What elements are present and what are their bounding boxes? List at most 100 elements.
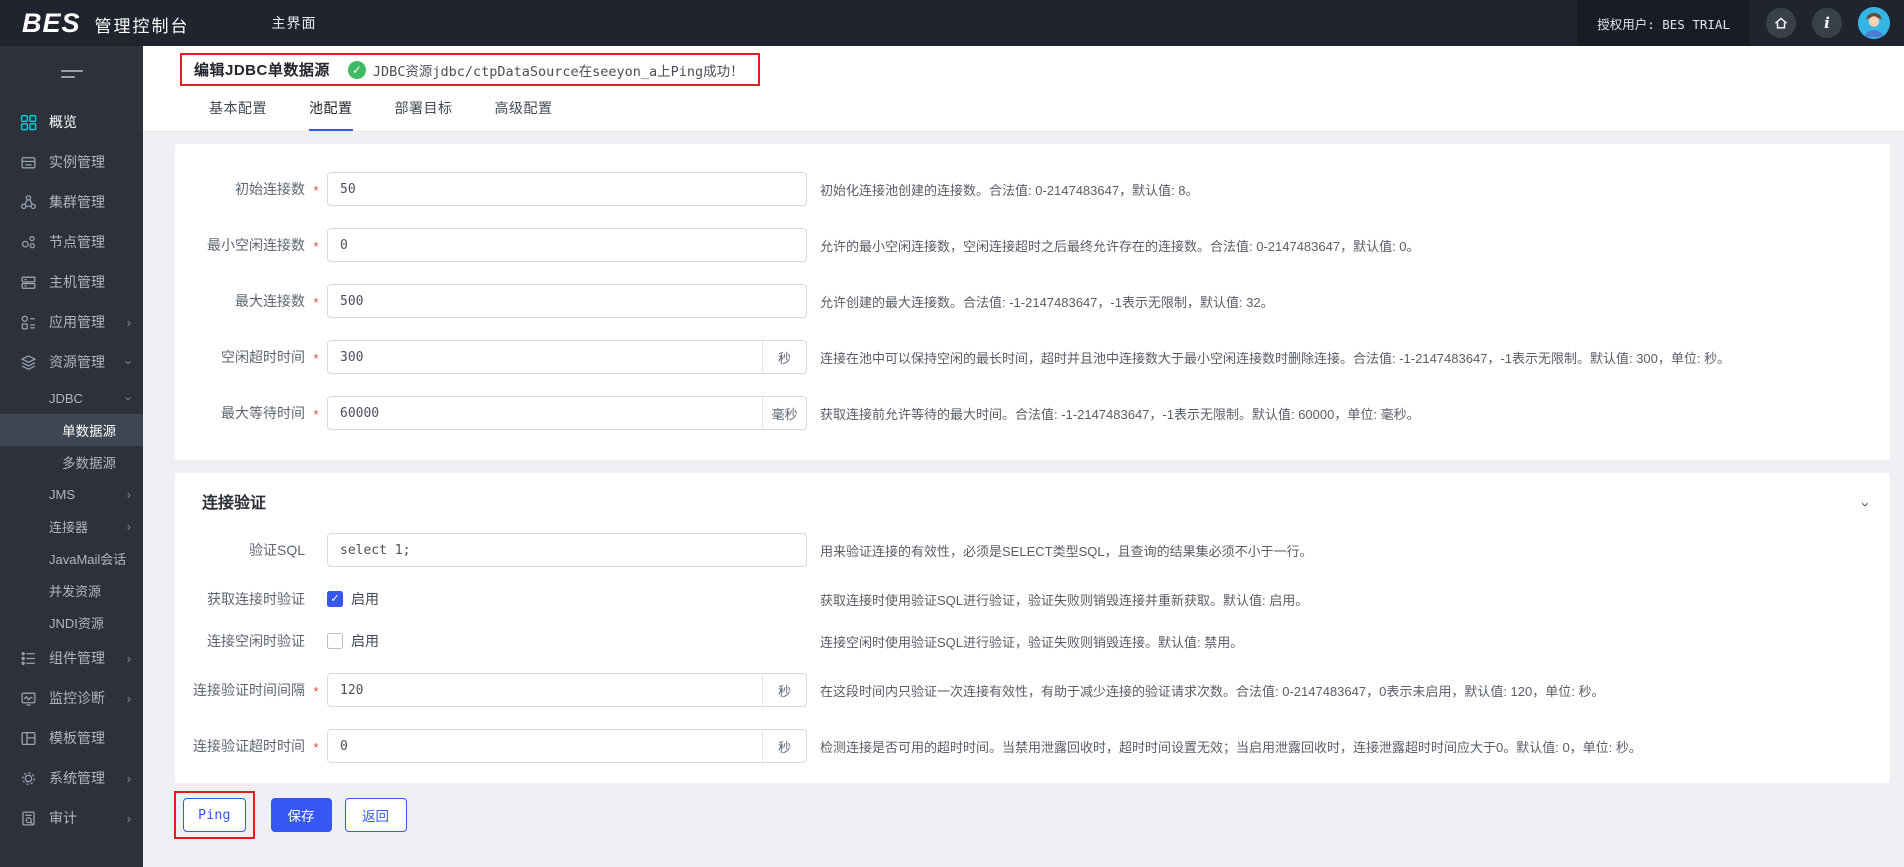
tab-basic-config[interactable]: 基本配置	[209, 98, 267, 131]
main-nav-item[interactable]: 主界面	[272, 13, 317, 33]
sidebar-item-system-management[interactable]: 系统管理 ›	[0, 758, 143, 798]
required-spacer	[305, 640, 327, 643]
idle-timeout-input[interactable]	[328, 341, 762, 373]
field-help-text: 允许创建的最大连接数。合法值: -1-2147483647，-1表示无限制，默认…	[820, 294, 1274, 310]
min-idle-connections-input-wrap	[327, 228, 807, 262]
sidebar-item-node-management[interactable]: 节点管理	[0, 222, 143, 262]
save-button[interactable]: 保存	[270, 798, 332, 832]
field-label: 连接空闲时验证	[207, 633, 305, 649]
chevron-right-icon: ›	[126, 810, 131, 826]
sidebar-item-multi-datasource[interactable]: 多数据源	[0, 446, 143, 478]
tab-pool-config[interactable]: 池配置	[309, 98, 353, 131]
min-idle-connections-input[interactable]	[328, 229, 806, 261]
sidebar-item-app-management[interactable]: 应用管理 ›	[0, 302, 143, 342]
sidebar-item-label: 实例管理	[49, 154, 105, 170]
required-asterisk: *	[313, 740, 319, 755]
sidebar-item-concurrent-resource[interactable]: 并发资源	[0, 574, 143, 606]
product-name: 管理控制台	[94, 16, 190, 36]
sidebar-item-jndi-resource[interactable]: JNDI资源	[0, 606, 143, 638]
field-label: 连接验证超时时间	[193, 738, 305, 754]
connection-validation-card: 连接验证 › 验证SQL 用来验证连接的有效性，必须是SELECT类型SQL，且查…	[175, 473, 1890, 783]
required-spacer	[305, 549, 327, 552]
topbar: BES 管理控制台 主界面 授权用户: BES TRIAL i	[0, 0, 1904, 46]
sidebar-item-label: JMS	[49, 486, 75, 502]
required-spacer	[305, 598, 327, 601]
sidebar-item-overview[interactable]: 概览	[0, 102, 143, 142]
max-connections-input[interactable]	[328, 285, 806, 317]
unit-addon: 毫秒	[762, 397, 806, 429]
tab-deploy-target[interactable]: 部署目标	[395, 98, 453, 131]
max-wait-time-input[interactable]	[328, 397, 762, 429]
form-row-idle-timeout: 空闲超时时间 * 秒连接在池中可以保持空闲的最长时间，超时并且池中连接数大于最小空闲…	[175, 340, 1890, 374]
form-row-validation-timeout: 连接验证超时时间 * 秒检测连接是否可用的超时时间。当禁用泄露回收时，超时时间设置无…	[175, 729, 1890, 763]
validate-on-acquire-checkbox[interactable]: ✓	[327, 591, 343, 607]
field-help-text: 用来验证连接的有效性，必须是SELECT类型SQL，且查询的结果集必须不小于一行…	[820, 543, 1313, 559]
chevron-right-icon: ›	[126, 770, 131, 786]
tab-advanced-config[interactable]: 高级配置	[495, 98, 553, 131]
home-icon[interactable]	[1766, 8, 1796, 38]
system-icon	[20, 770, 37, 787]
field-help-text: 检测连接是否可用的超时时间。当禁用泄露回收时，超时时间设置无效；当启用泄露回收时…	[820, 739, 1642, 755]
unit-addon: 秒	[762, 674, 806, 706]
sidebar-item-connector[interactable]: 连接器 ›	[0, 510, 143, 542]
sidebar-item-audit[interactable]: 审计 ›	[0, 798, 143, 838]
chevron-down-icon: ›	[121, 395, 137, 401]
template-icon	[20, 730, 37, 747]
field-help-text: 连接空闲时使用验证SQL进行验证，验证失败则销毁连接。默认值: 禁用。	[820, 634, 1244, 650]
chevron-right-icon: ›	[126, 690, 131, 706]
action-bar: Ping 保存 返回	[174, 791, 1904, 839]
info-icon[interactable]: i	[1812, 8, 1842, 38]
tab-bar: 基本配置 池配置 部署目标 高级配置	[209, 98, 1904, 131]
app-icon	[20, 314, 37, 331]
checkbox-label: 启用	[351, 633, 379, 649]
form-row-max-connections: 最大连接数 * 允许创建的最大连接数。合法值: -1-2147483647，-1表示…	[175, 284, 1890, 318]
chevron-right-icon: ›	[126, 486, 131, 502]
field-help-text: 获取连接时使用验证SQL进行验证，验证失败则销毁连接并重新获取。默认值: 启用。	[820, 592, 1309, 608]
required-asterisk: *	[313, 239, 319, 254]
host-icon	[20, 274, 37, 291]
field-label: 最小空闲连接数	[207, 237, 305, 253]
validation-sql-input-wrap	[327, 533, 807, 567]
max-connections-input-wrap	[327, 284, 807, 318]
field-label: 最大等待时间	[221, 405, 305, 421]
sidebar-item-label: 连接器	[49, 519, 89, 535]
sidebar-item-label: 集群管理	[49, 194, 105, 210]
field-help-text: 初始化连接池创建的连接数。合法值: 0-2147483647，默认值: 8。	[820, 182, 1199, 198]
validation-interval-input[interactable]	[328, 674, 762, 706]
sidebar-item-javamail-session[interactable]: JavaMail会话	[0, 542, 143, 574]
sidebar-item-component-management[interactable]: 组件管理 ›	[0, 638, 143, 678]
avatar[interactable]	[1858, 7, 1890, 39]
field-label: 空闲超时时间	[221, 349, 305, 365]
sidebar-item-jms[interactable]: JMS ›	[0, 478, 143, 510]
sidebar-item-single-datasource[interactable]: 单数据源	[0, 414, 143, 446]
page-header: 编辑JDBC单数据源 ✓ JDBC资源jdbc/ctpDataSource在se…	[143, 46, 1904, 132]
annotation-box-title: 编辑JDBC单数据源 ✓ JDBC资源jdbc/ctpDataSource在se…	[180, 53, 760, 86]
component-icon	[20, 650, 37, 667]
sidebar-item-host-management[interactable]: 主机管理	[0, 262, 143, 302]
annotation-box-ping: Ping	[174, 791, 255, 839]
validate-on-idle-checkbox[interactable]	[327, 633, 343, 649]
validation-sql-input[interactable]	[328, 534, 806, 566]
ping-button[interactable]: Ping	[183, 798, 246, 832]
form-row-validation-interval: 连接验证时间间隔 * 秒在这段时间内只验证一次连接有效性，有助于减少连接的验证请求次…	[175, 673, 1890, 707]
sidebar-item-label: 主机管理	[49, 274, 105, 290]
field-label: 最大连接数	[235, 293, 305, 309]
field-help-text: 获取连接前允许等待的最大时间。合法值: -1-2147483647，-1表示无限…	[820, 406, 1420, 422]
back-button[interactable]: 返回	[344, 798, 407, 832]
form-row-max-wait-time: 最大等待时间 * 毫秒获取连接前允许等待的最大时间。合法值: -1-21474836…	[175, 396, 1890, 430]
validation-timeout-input[interactable]	[328, 730, 762, 762]
sidebar-item-cluster-management[interactable]: 集群管理	[0, 182, 143, 222]
sidebar-item-monitoring-diagnosis[interactable]: 监控诊断 ›	[0, 678, 143, 718]
sidebar-item-instance-management[interactable]: 实例管理	[0, 142, 143, 182]
sidebar-item-resource-management[interactable]: 资源管理 ›	[0, 342, 143, 382]
sidebar-collapse-icon[interactable]	[60, 66, 83, 82]
sidebar-item-label: 多数据源	[62, 456, 116, 471]
section-collapse-chevron-icon[interactable]: ›	[1857, 502, 1874, 507]
sidebar-item-label: 系统管理	[49, 770, 105, 786]
pool-config-card: 初始连接数 * 初始化连接池创建的连接数。合法值: 0-2147483647，默认值…	[175, 144, 1890, 460]
sidebar-item-jdbc[interactable]: JDBC ›	[0, 382, 143, 414]
field-help-text: 连接在池中可以保持空闲的最长时间，超时并且池中连接数大于最小空闲连接数时删除连接…	[820, 350, 1731, 366]
initial-connections-input[interactable]	[328, 173, 806, 205]
sidebar-item-label: JDBC	[49, 390, 83, 406]
sidebar-item-template-management[interactable]: 模板管理	[0, 718, 143, 758]
